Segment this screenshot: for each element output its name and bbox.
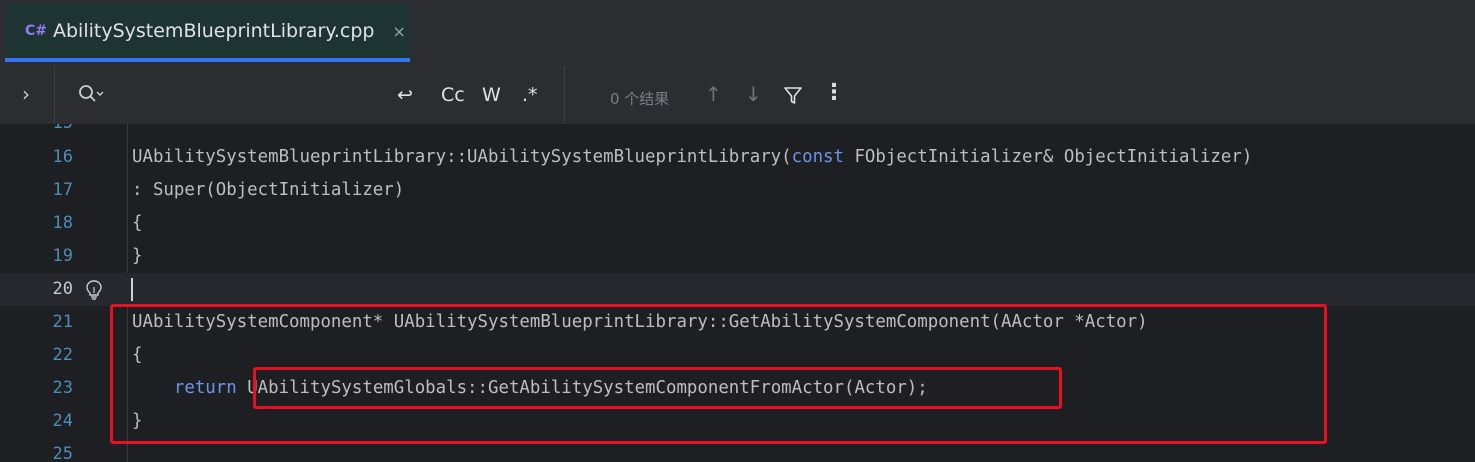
filter-icon[interactable]: [783, 86, 803, 106]
line-number: 17: [52, 180, 73, 200]
line-number: 15: [0, 124, 73, 140]
code-line: 24 }: [0, 405, 1475, 438]
code-line: 18 {: [0, 207, 1475, 240]
find-bar: › ↩ Cc W .* 0 个结果 ↑ ↓ ⋮: [0, 66, 1475, 125]
code-segment: FObjectInitializer& ObjectInitializer): [843, 147, 1253, 167]
line-number: 18: [52, 213, 73, 233]
line-number: 22: [52, 345, 73, 365]
search-input[interactable]: [120, 80, 394, 112]
divider: [564, 66, 565, 124]
keyword: return: [173, 378, 237, 398]
code-line: 16 UAbilitySystemBlueprintLibrary::UAbil…: [0, 141, 1475, 174]
cpp-file-icon: C#: [25, 23, 48, 39]
more-options-icon[interactable]: ⋮: [823, 80, 845, 105]
previous-occurrence-icon[interactable]: ↑: [705, 82, 722, 106]
code-text: }: [132, 246, 143, 266]
text-caret: [131, 278, 133, 301]
expand-replace-chevron-icon[interactable]: ›: [22, 82, 30, 106]
divider: [54, 66, 55, 124]
code-editor[interactable]: 15 16 UAbilitySystemBlueprintLibrary::UA…: [0, 124, 1475, 462]
code-text: : Super(ObjectInitializer): [132, 180, 405, 200]
line-number: 23: [52, 378, 73, 398]
code-line: 21 UAbilitySystemComponent* UAbilitySyst…: [0, 306, 1475, 339]
code-line: 17 : Super(ObjectInitializer): [0, 174, 1475, 207]
search-icon[interactable]: [78, 84, 104, 104]
code-segment: UAbilitySystemGlobals::GetAbilitySystemC…: [236, 378, 928, 398]
code-line: 19 }: [0, 240, 1475, 273]
code-line: 15: [0, 124, 1475, 140]
editor-tab-bar: C# AbilitySystemBlueprintLibrary.cpp ×: [0, 0, 1475, 67]
code-text: {: [132, 213, 143, 233]
lightbulb-icon[interactable]: [85, 280, 103, 300]
close-tab-icon[interactable]: ×: [392, 22, 405, 41]
keyword: const: [791, 147, 844, 167]
match-multiline-button[interactable]: ↩: [397, 84, 413, 106]
line-number: 16: [52, 147, 73, 167]
tab-ability-system-blueprint-library[interactable]: C# AbilitySystemBlueprintLibrary.cpp ×: [5, 4, 410, 62]
line-number: 20: [52, 279, 73, 299]
regex-button[interactable]: .*: [522, 84, 538, 106]
current-code-line: 20: [0, 273, 1475, 306]
code-text: }: [132, 411, 143, 431]
tab-title: AbilitySystemBlueprintLibrary.cpp: [53, 20, 375, 42]
line-number: 25: [52, 444, 73, 462]
code-text: return UAbilitySystemGlobals::GetAbility…: [132, 372, 928, 405]
search-results-count: 0 个结果: [610, 90, 670, 108]
code-text: {: [132, 345, 143, 365]
match-case-button[interactable]: Cc: [441, 84, 465, 106]
line-number: 21: [52, 312, 73, 332]
next-occurrence-icon[interactable]: ↓: [745, 82, 762, 106]
code-segment: UAbilitySystemBlueprintLibrary::UAbility…: [132, 147, 792, 167]
code-line: 25: [0, 438, 1475, 462]
whole-word-button[interactable]: W: [482, 84, 501, 106]
code-text: UAbilitySystemComponent* UAbilitySystemB…: [132, 312, 1148, 332]
code-line: 22 {: [0, 339, 1475, 372]
code-line: 23 return UAbilitySystemGlobals::GetAbil…: [0, 372, 1475, 405]
line-number: 24: [52, 411, 73, 431]
code-text: UAbilitySystemBlueprintLibrary::UAbility…: [132, 141, 1252, 174]
line-number: 19: [52, 246, 73, 266]
